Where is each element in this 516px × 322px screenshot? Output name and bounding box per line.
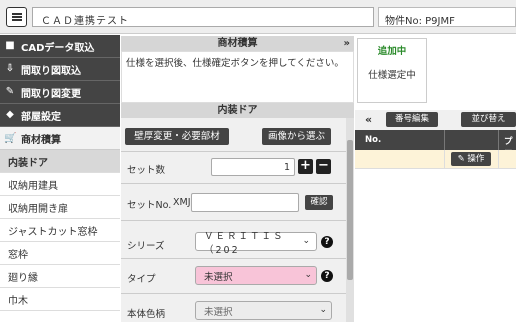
sidebar-item-room-settings[interactable]: ◆ 部屋設定: [0, 104, 120, 127]
set-count-input[interactable]: 1: [211, 158, 295, 176]
sidebar-section-estimate[interactable]: 🛒 商材積算: [0, 127, 120, 150]
confirm-button[interactable]: 確認: [305, 195, 333, 210]
set-no-label: セットNo.: [127, 200, 172, 211]
sort-button[interactable]: 並び替え: [461, 112, 516, 127]
operation-button[interactable]: ✎ 操作: [451, 152, 491, 166]
body-color-value: 未選択: [204, 306, 233, 318]
series-label: シリーズ: [127, 241, 165, 252]
help-icon[interactable]: ?: [321, 270, 333, 282]
sidebar-item-label: 間取り図取込: [21, 65, 81, 77]
spec-form: 壁厚変更・必要部材 画像から選ぶ セット数 1 + − セットNo. XMJ 確…: [121, 118, 346, 322]
cart-icon: 🛒: [4, 132, 17, 144]
set-no-input[interactable]: [191, 193, 299, 212]
body-color-label: 本体色柄: [127, 309, 166, 320]
set-no-prefix: XMJ: [173, 197, 191, 208]
sidebar-item-floorplan-edit[interactable]: ✎ 間取り図変更: [0, 81, 120, 104]
wall-thickness-button[interactable]: 壁厚変更・必要部材: [125, 128, 229, 145]
sidebar-item-label: 収納用開き扉: [8, 203, 68, 215]
sidebar-item-label: 廻り縁: [8, 272, 38, 284]
operation-label: 操作: [467, 154, 485, 164]
hamburger-icon: [11, 13, 22, 21]
sidebar-item-crown-molding[interactable]: 廻り縁: [0, 265, 120, 288]
choose-from-image-button[interactable]: 画像から選ぶ: [262, 128, 331, 145]
sidebar-item-window-frame[interactable]: 窓枠: [0, 242, 120, 265]
sidebar-item-cad-import[interactable]: ■ CADデータ取込: [0, 35, 120, 58]
plus-button[interactable]: +: [298, 159, 313, 174]
table-row[interactable]: ✎ 操作: [355, 150, 516, 169]
import-icon: ⇩: [5, 63, 15, 74]
table-header: No. プロ: [355, 130, 516, 159]
series-select[interactable]: ＶＥＲＩＴＩＳ（202 ⌄: [195, 231, 317, 256]
instruction-text: 仕様を選択後、仕様確定ボタンを押してください。: [121, 51, 354, 103]
hamburger-menu-button[interactable]: [6, 7, 27, 27]
sidebar-item-label: 内装ドア: [8, 157, 48, 169]
estimate-panel-header: 商材積算 »: [121, 36, 354, 51]
list-toolbar: « 番号編集 並び替え: [355, 110, 516, 130]
series-value: ＶＥＲＩＴＩＳ（202: [204, 230, 285, 256]
sidebar-item-label: 巾木: [8, 295, 28, 307]
box-icon: ■: [5, 40, 15, 51]
property-number: 物件No: P9JMF: [378, 7, 516, 27]
sidebar-item-baseboard[interactable]: 巾木: [0, 288, 120, 311]
collapse-right-icon[interactable]: »: [344, 36, 350, 51]
sidebar-item-storage-swing-door[interactable]: 収納用開き扉: [0, 196, 120, 219]
sidebar-item-label: ジャストカット窓枠: [8, 226, 98, 238]
adding-status: 追加中: [377, 46, 407, 57]
sidebar-item-justcut-window-frame[interactable]: ジャストカット窓枠: [0, 219, 120, 242]
type-value: 未選択: [204, 271, 233, 283]
sidebar-item-label: 窓枠: [8, 249, 28, 261]
sidebar-item-label: 間取り図変更: [21, 88, 81, 100]
project-title: ＣＡＤ連携テスト: [32, 7, 374, 27]
chevron-down-icon: ⌄: [304, 270, 312, 280]
status-card: 追加中 仕様選定中: [357, 38, 427, 103]
chevron-down-icon: ⌄: [302, 236, 312, 246]
sidebar-item-interior-door[interactable]: 内装ドア: [0, 150, 120, 173]
sidebar-item-label: 部屋設定: [21, 111, 61, 123]
body-color-select[interactable]: 未選択 ⌄: [195, 301, 332, 320]
help-icon[interactable]: ?: [321, 236, 333, 248]
scrollbar-thumb[interactable]: [347, 140, 353, 280]
sidebar-section-label: 商材積算: [21, 134, 61, 146]
sidebar-item-label: 収納用建具: [8, 180, 58, 192]
sidebar: ■ CADデータ取込 ⇩ 間取り図取込 ✎ 間取り図変更 ◆ 部屋設定 🛒 商材…: [0, 35, 120, 322]
expand-left-icon[interactable]: «: [365, 113, 372, 126]
sidebar-item-storage-fittings[interactable]: 収納用建具: [0, 173, 120, 196]
edit-icon: ✎: [5, 86, 15, 97]
set-count-label: セット数: [127, 165, 166, 176]
number-edit-button[interactable]: 番号編集: [386, 112, 438, 127]
sidebar-item-floorplan-import[interactable]: ⇩ 間取り図取込: [0, 58, 120, 81]
estimate-panel-title: 商材積算: [217, 38, 258, 49]
column-header-no: No.: [365, 135, 382, 145]
minus-button[interactable]: −: [316, 159, 331, 174]
tag-icon: ◆: [6, 109, 14, 120]
status-detail: 仕様選定中: [368, 70, 416, 81]
chevron-down-icon: ⌄: [319, 305, 327, 315]
type-select[interactable]: 未選択 ⌄: [195, 266, 317, 285]
section-title: 内装ドア: [121, 103, 354, 118]
sidebar-item-label: CADデータ取込: [21, 42, 95, 54]
edit-icon: ✎: [457, 154, 465, 164]
type-label: タイプ: [127, 274, 156, 285]
